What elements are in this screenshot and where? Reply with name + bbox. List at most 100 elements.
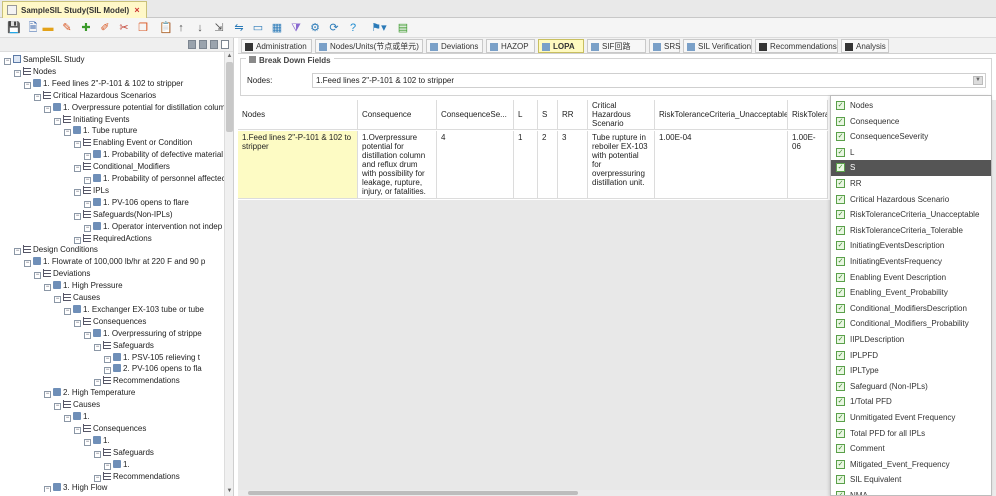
tree-expander-icon[interactable]: −: [44, 105, 51, 113]
tree-node[interactable]: − Causes: [54, 399, 100, 411]
tab-nodes-units[interactable]: Nodes/Units(节点或单元): [315, 39, 423, 53]
tree-node[interactable]: − 1. Feed lines 2"-P-101 & 102 to strippe…: [24, 78, 183, 90]
nodes-select[interactable]: 1.Feed lines 2"-P-101 & 102 to stripper …: [312, 73, 986, 88]
tree-expander-icon[interactable]: −: [74, 426, 81, 434]
tree-node[interactable]: − Recommendations: [94, 375, 180, 387]
tree-expander-icon[interactable]: −: [94, 474, 101, 482]
import-icon[interactable]: ⇲: [212, 21, 226, 35]
column-option[interactable]: ✓ Total PFD for all IPLs: [831, 426, 991, 442]
tree-expander-icon[interactable]: −: [84, 438, 91, 446]
tree-expander-icon[interactable]: −: [34, 93, 41, 101]
open-folder-icon[interactable]: ▬: [41, 21, 55, 35]
column-option[interactable]: ✓ Safeguard (Non-IPLs): [831, 379, 991, 395]
tree-node[interactable]: − Causes: [54, 292, 100, 304]
column-option[interactable]: ✓ IPLType: [831, 363, 991, 379]
tree-node[interactable]: − Safeguards: [94, 447, 154, 459]
checkbox-icon[interactable]: ✓: [836, 210, 845, 220]
tree-node[interactable]: − Design Conditions: [14, 244, 98, 256]
close-tab-icon[interactable]: ×: [134, 5, 139, 15]
grid-cell[interactable]: Tube rupture in reboiler EX-103 with pot…: [588, 131, 655, 199]
column-option[interactable]: ✓ SIL Equivalent: [831, 472, 991, 488]
checkbox-icon[interactable]: ✓: [836, 475, 845, 485]
tab-hazop[interactable]: HAZOP: [486, 39, 535, 53]
checkbox-icon[interactable]: ✓: [836, 163, 845, 173]
add-icon[interactable]: ✚: [79, 21, 93, 35]
tree-expander-icon[interactable]: −: [104, 367, 111, 375]
tree-node[interactable]: − Conditional_Modifiers: [74, 161, 170, 173]
column-header[interactable]: RiskToleranceCriteria_Unacceptable: [655, 100, 788, 130]
column-option[interactable]: ✓ Conditional_Modifiers_Probability: [831, 316, 991, 332]
grid-cell[interactable]: 1: [514, 131, 538, 199]
column-option[interactable]: ✓ Consequence: [831, 114, 991, 130]
tree-node[interactable]: − 1. Probability of personnel affectec: [84, 173, 224, 185]
tab-recommendations[interactable]: Recommendations: [755, 39, 838, 53]
tree-node[interactable]: − 3. High Flow: [44, 482, 107, 492]
grid-cell[interactable]: 2: [538, 131, 558, 199]
grid-scroll-thumb[interactable]: [248, 491, 578, 495]
tree-node[interactable]: − SampleSIL Study: [4, 54, 85, 66]
column-option[interactable]: ✓ 1/Total PFD: [831, 394, 991, 410]
grid-icon[interactable]: ▦: [270, 21, 284, 35]
tree-node[interactable]: − 1. Probability of defective material: [84, 149, 223, 161]
column-option[interactable]: ✓ Mitigated_Event_Frequency: [831, 457, 991, 473]
tree-node[interactable]: − 1.: [64, 411, 90, 423]
checkbox-icon[interactable]: ✓: [836, 491, 845, 495]
tree-node[interactable]: − 1. PV-106 opens to flare: [84, 197, 189, 209]
tree-node[interactable]: − Recommendations: [94, 471, 180, 483]
tree-node[interactable]: − 1. Overpressure potential for distillat…: [44, 102, 224, 114]
tree-expander-icon[interactable]: −: [84, 200, 91, 208]
tree-expander-icon[interactable]: −: [44, 486, 51, 492]
tree-expander-icon[interactable]: −: [64, 307, 71, 315]
tree-expander-icon[interactable]: −: [104, 355, 111, 363]
tree-node[interactable]: − Consequences: [74, 423, 146, 435]
checkbox-icon[interactable]: ✓: [836, 303, 845, 313]
column-header[interactable]: Nodes: [238, 100, 358, 130]
view-icon[interactable]: ▭: [251, 21, 265, 35]
column-option[interactable]: ✓ Comment: [831, 441, 991, 457]
tree-expander-icon[interactable]: −: [44, 284, 51, 292]
chevron-down-icon[interactable]: ▼: [973, 76, 983, 85]
tree-expander-icon[interactable]: −: [84, 153, 91, 161]
checkbox-icon[interactable]: ✓: [836, 459, 845, 469]
tree-node[interactable]: − Consequences: [74, 316, 146, 328]
tab-srs[interactable]: SRS: [649, 39, 680, 53]
tree-expander-icon[interactable]: −: [54, 403, 61, 411]
cut-icon[interactable]: ✂: [117, 21, 131, 35]
checkbox-icon[interactable]: ✓: [836, 257, 845, 266]
tree-node[interactable]: − 1. Tube rupture: [64, 125, 137, 137]
tree-expander-icon[interactable]: −: [54, 296, 61, 303]
collapse-all-icon[interactable]: [199, 40, 207, 49]
tree-expander-icon[interactable]: −: [94, 343, 101, 351]
tree-node[interactable]: − 1. PSV-105 relieving t: [104, 352, 200, 364]
document-tab[interactable]: SampleSIL Study(SIL Model) ×: [2, 1, 147, 18]
tree-expander-icon[interactable]: −: [104, 462, 111, 470]
tree-node[interactable]: − Enabling Event or Condition: [74, 137, 192, 149]
grid-cell[interactable]: 1.Overpressure potential for distillatio…: [358, 131, 437, 199]
tree-node[interactable]: − 1. Flowrate of 100,000 lb/hr at 220 F a…: [24, 256, 205, 268]
edit-icon[interactable]: ✐: [98, 21, 112, 35]
column-option[interactable]: ✓ Enabling_Event_Probability: [831, 285, 991, 301]
tree-node[interactable]: − 1. Overpressuring of strippe: [84, 328, 202, 340]
move-up-icon[interactable]: ↑: [174, 21, 188, 35]
column-option[interactable]: ✓ RR: [831, 176, 991, 192]
tree-node[interactable]: − Safeguards(Non-IPLs): [74, 209, 173, 221]
column-header[interactable]: RiskTolera: [788, 100, 828, 130]
grid-cell[interactable]: 1.00E-04: [655, 131, 788, 199]
copy-icon[interactable]: ❐: [136, 21, 150, 35]
tree-node[interactable]: − 2. PV-106 opens to fla: [104, 363, 202, 375]
checkbox-icon[interactable]: ✓: [836, 381, 845, 391]
checkbox-icon[interactable]: ✓: [836, 319, 845, 329]
checkbox-icon[interactable]: ✓: [836, 335, 845, 344]
help-icon[interactable]: ?: [346, 21, 360, 35]
tree-expander-icon[interactable]: −: [84, 224, 91, 232]
tree-expander-icon[interactable]: −: [14, 69, 21, 77]
tree-expander-icon[interactable]: −: [14, 248, 21, 256]
column-header[interactable]: S: [538, 100, 558, 130]
tree-edit-icon[interactable]: [221, 40, 229, 49]
column-option[interactable]: ✓ Nodes: [831, 98, 991, 114]
tree-expander-icon[interactable]: −: [54, 117, 61, 125]
tab-analysis[interactable]: Analysis: [841, 39, 889, 53]
column-option[interactable]: ✓ Critical Hazardous Scenario: [831, 192, 991, 208]
tree-options-icon[interactable]: [210, 40, 218, 49]
wizard-icon[interactable]: ✎: [60, 21, 74, 35]
